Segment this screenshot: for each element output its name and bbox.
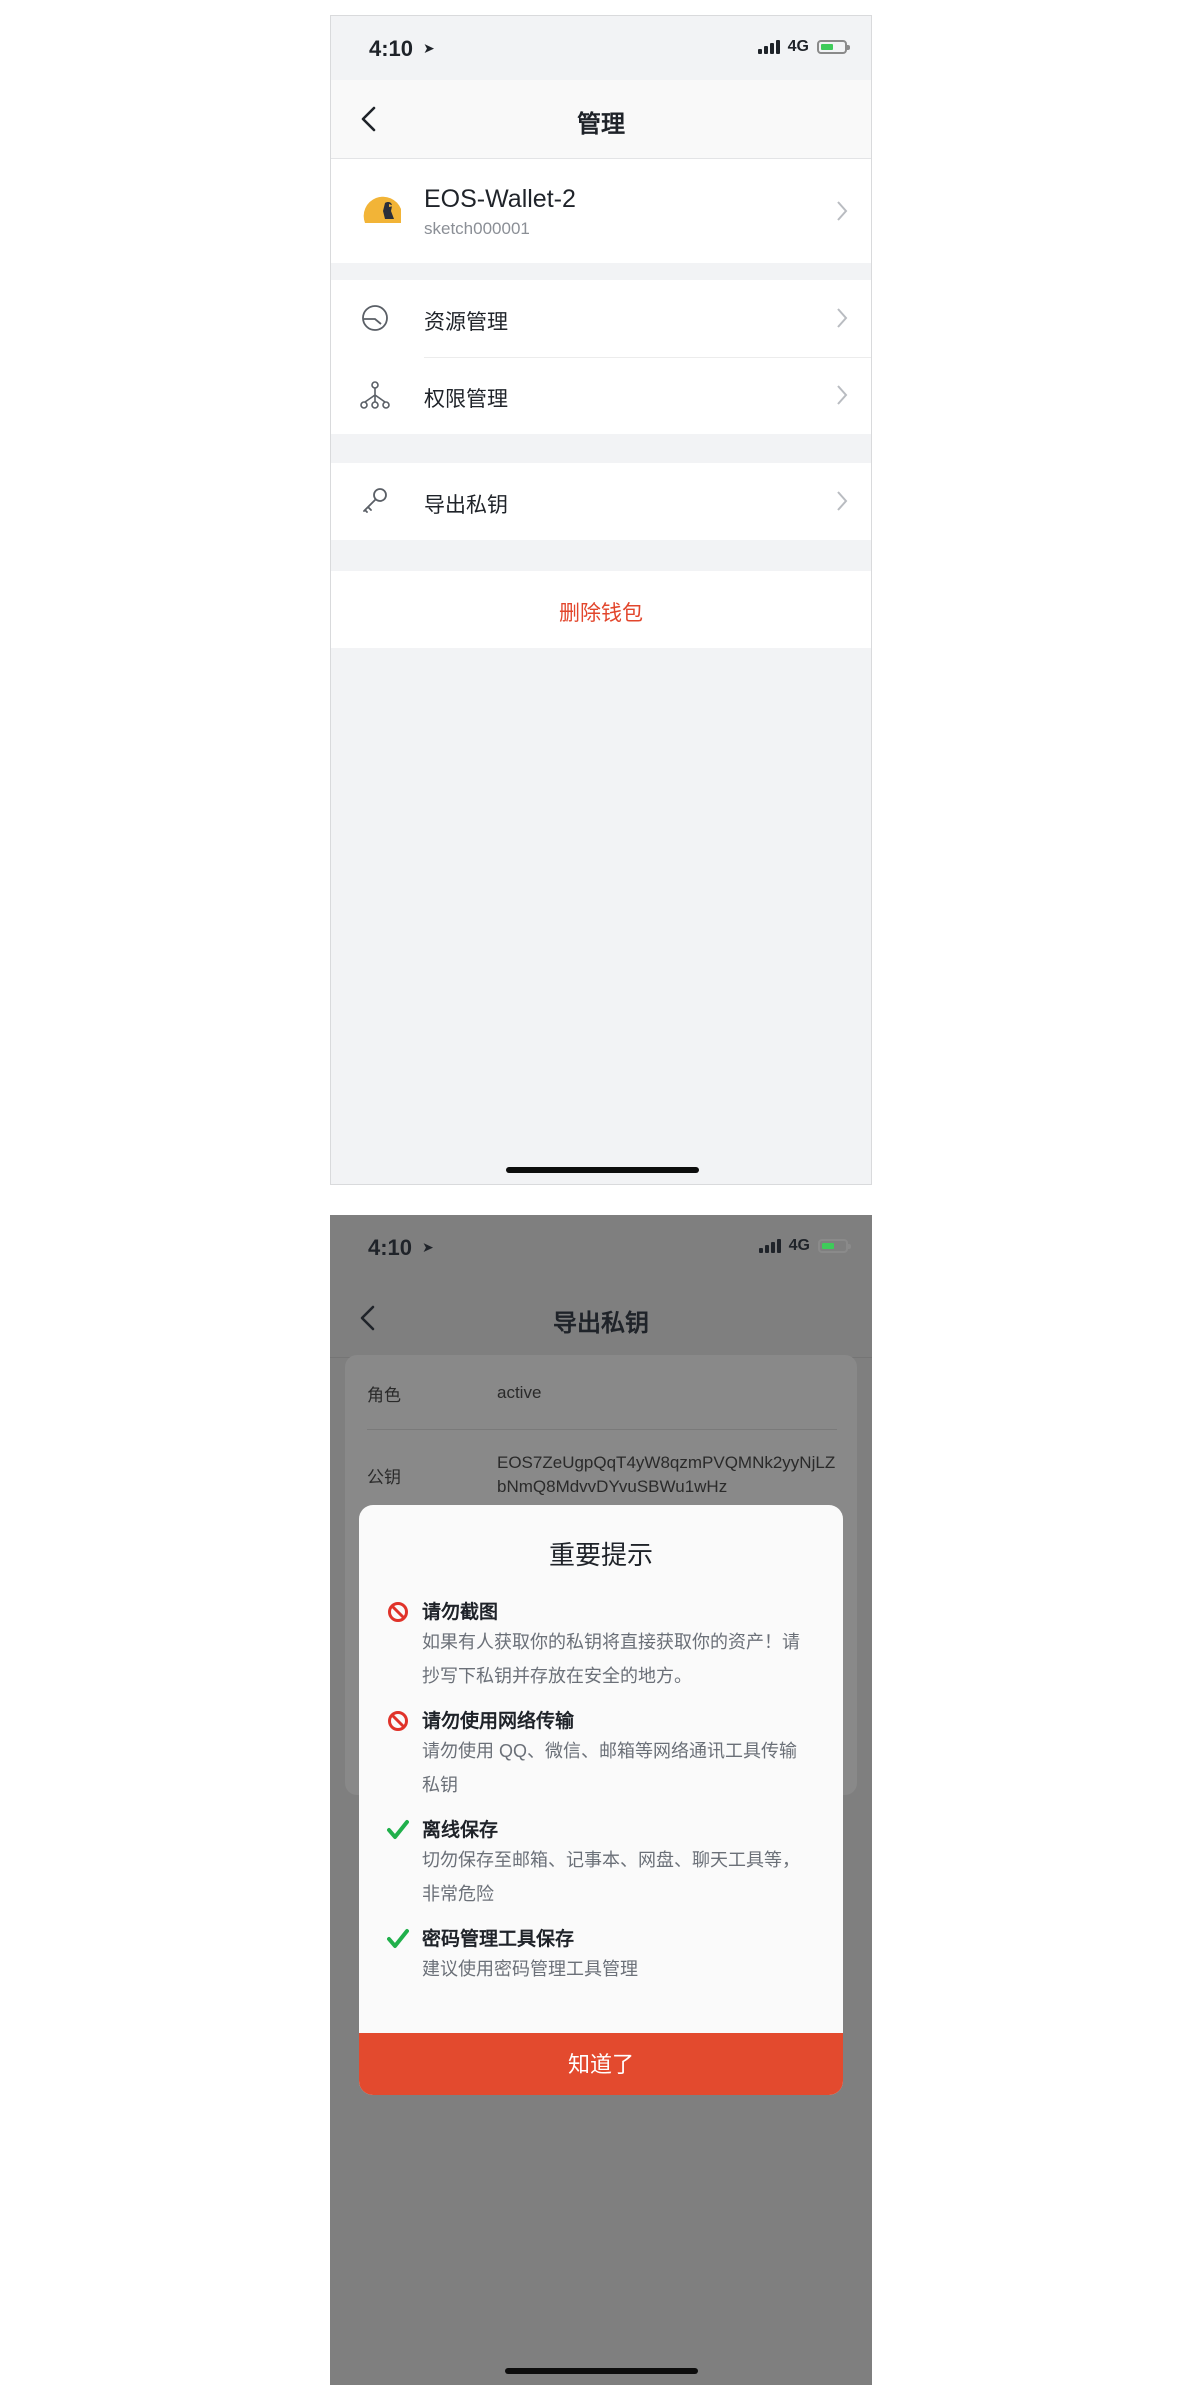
menu-item-resources[interactable]: 资源管理 — [331, 280, 871, 357]
menu-group-resources: 资源管理 权限管理 — [331, 280, 871, 434]
page-title: 导出私钥 — [553, 1310, 649, 1337]
menu-item-label: 导出私钥 — [424, 494, 508, 517]
prohibited-icon — [388, 1602, 408, 1622]
menu-group-export: 导出私钥 — [331, 463, 871, 540]
wallet-account: sketch000001 — [424, 219, 530, 238]
prohibited-icon — [388, 1711, 408, 1731]
menu-item-export-key[interactable]: 导出私钥 — [331, 463, 871, 540]
tip-body: 如果有人获取你的私钥将直接获取你的资产！请抄写下私钥并存放在安全的地方。 — [422, 1632, 800, 1686]
tip-body: 建议使用密码管理工具管理 — [422, 1959, 638, 1979]
chevron-right-icon — [837, 491, 848, 511]
network-label: 4G — [787, 38, 809, 55]
status-indicators: 4G — [757, 38, 850, 56]
dialog-title: 重要提示 — [548, 1540, 653, 1570]
chevron-right-icon — [837, 308, 848, 328]
role-label: 角色 — [367, 1386, 401, 1405]
tip-title: 请勿截图 — [422, 1602, 499, 1623]
battery-icon — [817, 40, 850, 54]
menu-item-label: 权限管理 — [424, 388, 508, 411]
wallet-manage-screen: 4:10 ➤ 4G 管理 EOS-Wallet-2 sketch000001 资… — [330, 15, 872, 1185]
status-indicators: 4G — [758, 1237, 851, 1255]
wallet-name: EOS-Wallet-2 — [424, 185, 576, 213]
delete-wallet-label: 删除钱包 — [559, 602, 643, 625]
hierarchy-icon — [360, 381, 390, 409]
location-arrow-icon: ➤ — [423, 40, 435, 56]
status-time: 4:10 — [368, 1235, 413, 1260]
delete-wallet-button[interactable]: 删除钱包 — [331, 571, 871, 648]
battery-icon — [818, 1239, 851, 1253]
status-time: 4:10 — [369, 36, 414, 61]
wallet-avatar — [361, 189, 405, 233]
signal-icon — [757, 40, 780, 54]
tip-title: 离线保存 — [422, 1820, 499, 1841]
important-notice-dialog: 重要提示 请勿截图 如果有人获取你的私钥将直接获取你的资产！请抄写下私钥并存放在… — [359, 1505, 843, 2095]
key-icon — [363, 488, 387, 513]
tip-body: 请勿使用 QQ、微信、邮箱等网络通讯工具传输私钥 — [422, 1741, 798, 1795]
nav-bar: 管理 — [331, 80, 871, 159]
location-arrow-icon: ➤ — [422, 1239, 434, 1255]
menu-item-label: 资源管理 — [424, 311, 508, 334]
home-indicator[interactable] — [505, 2368, 698, 2374]
divider — [367, 1429, 837, 1430]
gauge-icon — [362, 305, 388, 331]
checkmark-icon — [387, 1820, 409, 1839]
export-key-screen: 4:10 ➤ 4G 导出私钥 角色 active 公钥 EOS7ZeUgpQqT… — [330, 1215, 872, 2385]
nav-bar: 导出私钥 — [330, 1279, 872, 1358]
eagle-logo-icon — [363, 196, 401, 223]
pubkey-label: 公钥 — [367, 1468, 401, 1487]
status-bar: 4:10 ➤ 4G — [331, 16, 871, 80]
pubkey-value[interactable]: EOS7ZeUgpQqT4yW8qzmPVQMNk2yyNjLZbNmQ8Mdv… — [497, 1451, 837, 1499]
signal-icon — [758, 1239, 781, 1253]
status-bar: 4:10 ➤ 4G — [330, 1215, 872, 1279]
tip-title: 密码管理工具保存 — [422, 1929, 575, 1950]
acknowledge-button[interactable]: 知道了 — [359, 2033, 843, 2095]
checkmark-icon — [387, 1929, 409, 1948]
network-label: 4G — [788, 1237, 810, 1254]
role-value: active — [497, 1383, 542, 1402]
tip-body: 切勿保存至邮箱、记事本、网盘、聊天工具等，非常危险 — [422, 1850, 800, 1904]
chevron-right-icon — [837, 201, 848, 221]
page-title: 管理 — [577, 111, 625, 138]
tip-title: 请勿使用网络传输 — [422, 1711, 575, 1732]
chevron-right-icon — [837, 385, 848, 405]
home-indicator[interactable] — [506, 1167, 699, 1173]
wallet-card[interactable]: EOS-Wallet-2 sketch000001 — [331, 159, 871, 263]
menu-item-permissions[interactable]: 权限管理 — [331, 357, 871, 434]
